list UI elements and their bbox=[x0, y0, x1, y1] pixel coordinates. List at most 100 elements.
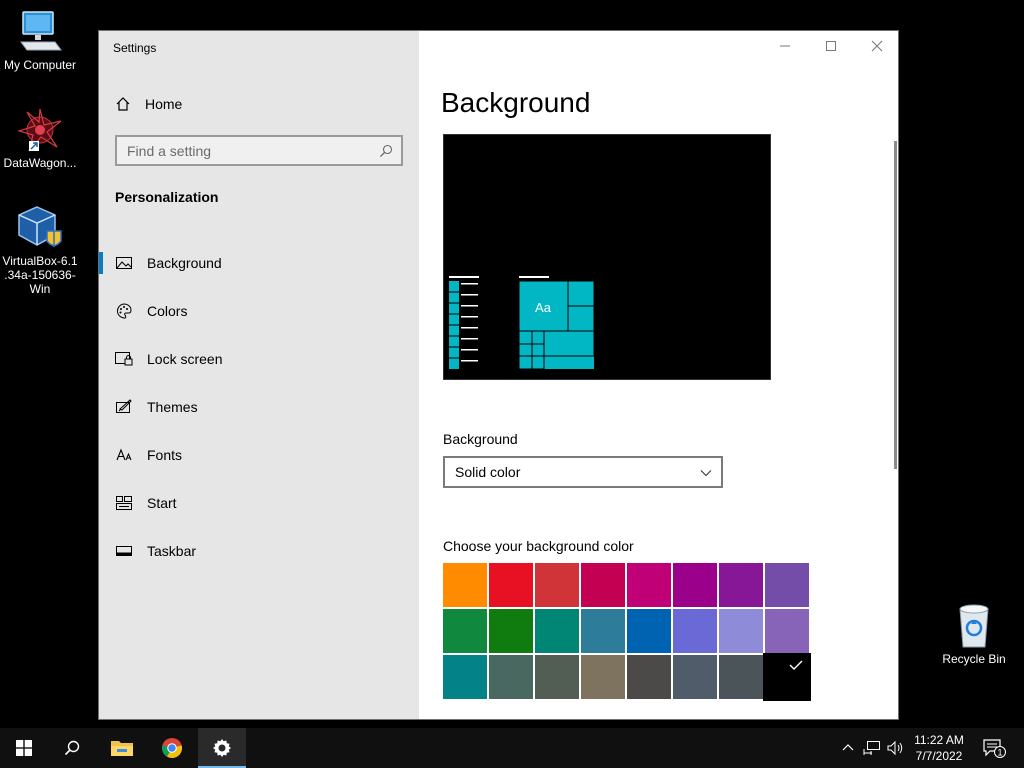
desktop-icon-datawagon[interactable]: DataWagon... bbox=[0, 106, 80, 170]
network-icon bbox=[863, 741, 880, 755]
color-swatch[interactable] bbox=[765, 563, 809, 607]
window-title: Settings bbox=[113, 41, 157, 55]
desktop-icon-virtualbox[interactable]: VirtualBox-6.1 .34a-150636- Win bbox=[0, 204, 80, 296]
desktop-icon-label: VirtualBox-6.1 .34a-150636- Win bbox=[2, 254, 78, 296]
taskbar-icon bbox=[115, 542, 133, 560]
chevron-down-icon bbox=[700, 470, 712, 477]
color-swatch[interactable] bbox=[673, 563, 717, 607]
datawagon-icon bbox=[16, 106, 64, 154]
search-icon bbox=[380, 144, 393, 157]
color-swatch[interactable] bbox=[489, 563, 533, 607]
windows-logo-icon bbox=[16, 740, 32, 756]
color-swatch[interactable] bbox=[581, 609, 625, 653]
scrollbar[interactable] bbox=[894, 141, 897, 469]
search-icon bbox=[64, 740, 80, 756]
color-swatch[interactable] bbox=[489, 609, 533, 653]
sidebar-item-label: Start bbox=[147, 495, 177, 511]
show-hidden-icons-button[interactable] bbox=[836, 728, 860, 768]
background-type-dropdown[interactable]: Solid color bbox=[443, 456, 723, 488]
search-box[interactable] bbox=[115, 135, 403, 166]
sidebar-item-colors[interactable]: Colors bbox=[99, 287, 419, 335]
preview-sample-text: Aa bbox=[535, 300, 552, 315]
notification-icon: 1 bbox=[983, 739, 1006, 758]
home-label: Home bbox=[145, 96, 183, 112]
color-swatch[interactable] bbox=[763, 653, 811, 701]
background-preview: Aa bbox=[443, 134, 771, 380]
chrome-button[interactable] bbox=[148, 728, 196, 768]
recycle-bin-icon bbox=[950, 602, 998, 650]
color-swatch[interactable] bbox=[719, 655, 763, 699]
checkmark-icon bbox=[789, 660, 803, 670]
settings-window: Settings Home Personalization bbox=[98, 30, 899, 720]
sidebar-item-lock-screen[interactable]: Lock screen bbox=[99, 335, 419, 383]
sidebar-item-background[interactable]: Background bbox=[99, 239, 419, 287]
desktop: My Computer DataWagon... VirtualBox-6.1 … bbox=[0, 0, 1024, 768]
color-swatch[interactable] bbox=[443, 609, 487, 653]
color-swatch[interactable] bbox=[627, 609, 671, 653]
file-explorer-button[interactable] bbox=[98, 728, 146, 768]
search-button[interactable] bbox=[48, 728, 96, 768]
color-swatch[interactable] bbox=[581, 655, 625, 699]
clock-time: 11:22 AM bbox=[914, 733, 964, 747]
gear-icon bbox=[213, 739, 231, 757]
color-swatch[interactable] bbox=[535, 655, 579, 699]
background-type-label: Background bbox=[443, 431, 518, 447]
network-button[interactable] bbox=[860, 728, 884, 768]
sidebar: Settings Home Personalization bbox=[99, 31, 419, 719]
clock-date: 7/7/2022 bbox=[915, 749, 963, 763]
desktop-icon-my-computer[interactable]: My Computer bbox=[0, 8, 80, 72]
color-swatch[interactable] bbox=[673, 609, 717, 653]
sidebar-item-taskbar[interactable]: Taskbar bbox=[99, 527, 419, 575]
color-swatch[interactable] bbox=[443, 655, 487, 699]
clock[interactable]: 11:22 AM 7/7/2022 bbox=[904, 732, 974, 764]
virtualbox-icon bbox=[16, 204, 64, 252]
desktop-icon-label: Recycle Bin bbox=[942, 652, 1006, 666]
settings-taskbar-button[interactable] bbox=[198, 728, 246, 768]
desktop-preview-graphic: Aa bbox=[449, 276, 595, 370]
color-swatch[interactable] bbox=[765, 609, 809, 653]
sidebar-item-label: Lock screen bbox=[147, 351, 223, 367]
sidebar-item-fonts[interactable]: Fonts bbox=[99, 431, 419, 479]
page-title: Background bbox=[441, 87, 591, 118]
desktop-icon-label: DataWagon... bbox=[3, 156, 77, 170]
color-swatch[interactable] bbox=[627, 655, 671, 699]
sidebar-item-start[interactable]: Start bbox=[99, 479, 419, 527]
sidebar-item-label: Themes bbox=[147, 399, 198, 415]
themes-icon bbox=[115, 398, 133, 416]
color-swatch[interactable] bbox=[627, 563, 671, 607]
color-swatch[interactable] bbox=[443, 563, 487, 607]
chevron-up-icon bbox=[842, 744, 854, 751]
color-picker-label: Choose your background color bbox=[443, 538, 634, 554]
action-center-button[interactable]: 1 bbox=[980, 728, 1008, 768]
chrome-icon bbox=[161, 738, 183, 759]
image-icon bbox=[115, 254, 133, 272]
section-title: Personalization bbox=[115, 189, 219, 205]
main-content: Background Aa Background Solid color Cho… bbox=[419, 31, 899, 719]
taskbar: 11:22 AM 7/7/2022 1 bbox=[0, 728, 1024, 768]
color-swatch[interactable] bbox=[489, 655, 533, 699]
color-swatch[interactable] bbox=[581, 563, 625, 607]
color-swatch[interactable] bbox=[719, 609, 763, 653]
sidebar-item-themes[interactable]: Themes bbox=[99, 383, 419, 431]
desktop-icon-recycle-bin[interactable]: Recycle Bin bbox=[934, 602, 1014, 666]
home-link[interactable]: Home bbox=[115, 93, 182, 115]
start-icon bbox=[115, 494, 133, 512]
nav-list: Background Colors Lock screen Themes Fon… bbox=[99, 239, 419, 575]
folder-icon bbox=[111, 741, 133, 756]
color-swatch[interactable] bbox=[535, 609, 579, 653]
background-type-value: Solid color bbox=[455, 464, 521, 480]
notification-count: 1 bbox=[997, 748, 1002, 758]
color-swatch[interactable] bbox=[673, 655, 717, 699]
color-swatch[interactable] bbox=[719, 563, 763, 607]
color-swatch-grid bbox=[443, 563, 811, 701]
home-icon bbox=[116, 97, 130, 111]
desktop-icon-label: My Computer bbox=[3, 58, 77, 72]
computer-icon bbox=[16, 8, 64, 56]
search-input[interactable] bbox=[127, 142, 367, 159]
lock-screen-icon bbox=[115, 350, 133, 368]
speaker-icon bbox=[887, 740, 903, 756]
sidebar-item-label: Colors bbox=[147, 303, 188, 319]
start-button[interactable] bbox=[0, 728, 48, 768]
sidebar-item-label: Background bbox=[147, 255, 222, 271]
color-swatch[interactable] bbox=[535, 563, 579, 607]
